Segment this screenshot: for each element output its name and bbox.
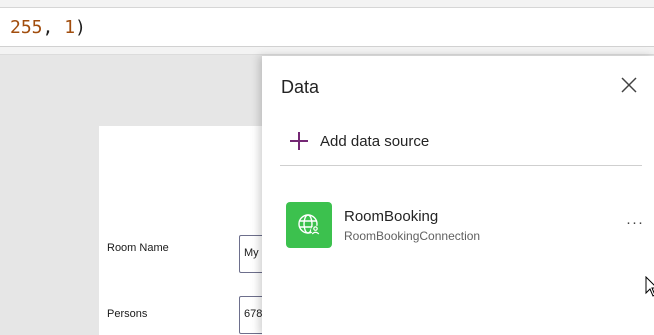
formula-bar-divider [0,47,654,55]
mouse-cursor-icon [645,276,654,297]
pane-divider [280,165,642,166]
close-icon [621,77,637,93]
data-pane: Data Add data source RoomBooking RoomBoo… [262,56,654,335]
persons-label: Persons [107,308,148,320]
add-data-source-button[interactable]: Add data source [289,130,429,152]
room-name-label: Room Name [107,242,169,254]
app-screen[interactable]: Room Name My Persons 678 [99,126,279,335]
formula-number: 255 [10,17,43,38]
toolbar-edge [0,0,654,8]
pane-title: Data [281,77,320,97]
data-source-connection: RoomBookingConnection [344,229,481,243]
add-data-source-label: Add data source [320,132,430,150]
data-source-name: RoomBooking [344,208,439,225]
formula-number-2: 1 [64,17,76,38]
formula-paren: ) [75,17,86,38]
formula-text[interactable]: 255, 1) [10,16,86,40]
globe-user-icon [286,202,332,248]
formula-separator: , [42,17,65,38]
plus-icon [290,132,308,150]
close-button[interactable] [618,74,640,96]
more-options-button[interactable]: ··· [626,215,648,232]
data-source-item[interactable]: RoomBooking RoomBookingConnection ··· [286,202,652,248]
formula-bar[interactable]: 255, 1) [0,0,654,47]
canvas-area[interactable]: Room Name My Persons 678 [0,56,279,335]
